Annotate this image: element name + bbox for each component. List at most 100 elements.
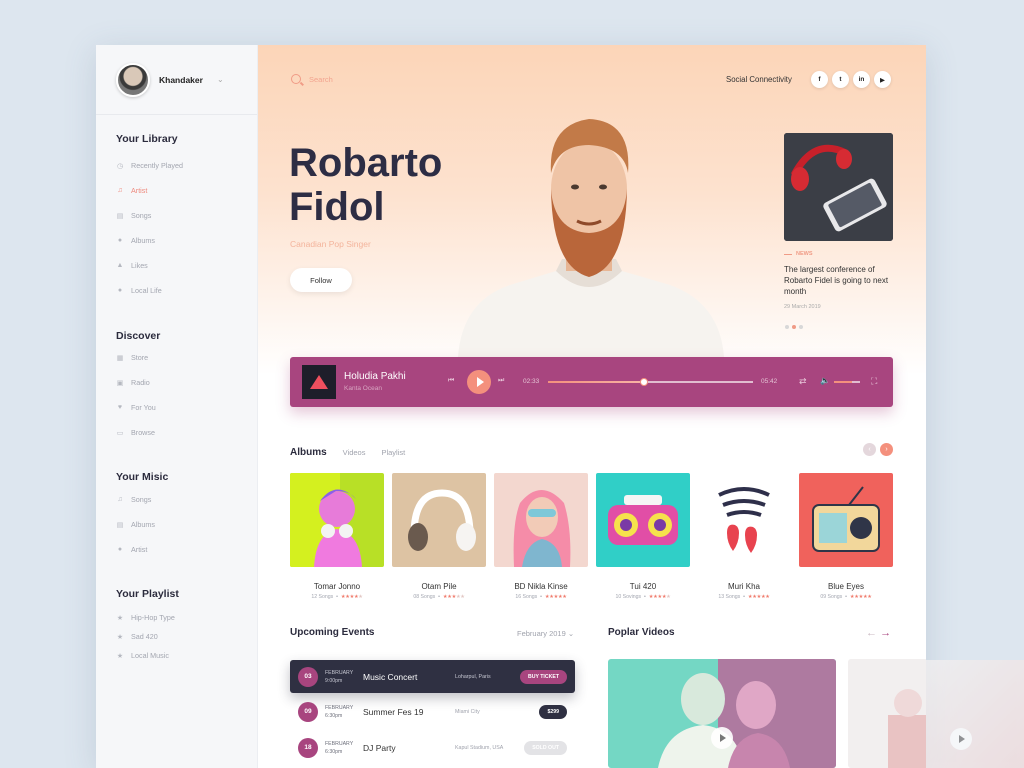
- avatar: [116, 62, 150, 97]
- sidebar-item-songs[interactable]: ▤ Songs: [116, 211, 152, 220]
- sidebar-item-local-music[interactable]: ★ Local Music: [116, 651, 169, 660]
- album-card[interactable]: Muri Kha 13 Songs • ★★★★★: [697, 473, 791, 600]
- arrow-right-icon[interactable]: →: [880, 627, 891, 639]
- event-name: Summer Fes 19: [363, 706, 424, 717]
- event-date: FEBRUARY 9:00pm: [325, 669, 354, 684]
- linkedin-icon[interactable]: in: [853, 71, 870, 88]
- album-card[interactable]: Otam Pile 08 Songs • ★★★★★: [392, 473, 486, 600]
- sidebar-item-artist[interactable]: ♫ Artist: [116, 186, 147, 195]
- total-time: 05:42: [761, 378, 778, 385]
- event-row[interactable]: 09 FEBRUARY 6:30pm Summer Fes 19 Miami Ci…: [290, 695, 575, 728]
- video-arrows[interactable]: ← →: [866, 627, 891, 639]
- music-note-icon: ♫: [117, 496, 123, 503]
- user-icon: ●: [117, 546, 123, 553]
- arrow-left-icon[interactable]: ←: [866, 627, 877, 639]
- sidebar-item-sad-420[interactable]: ★ Sad 420: [116, 632, 158, 641]
- sidebar-item-local-life[interactable]: ● Local Life: [116, 286, 162, 295]
- event-row[interactable]: 03 FEBRUARY 9:00pm Music Concert Loharpul…: [290, 660, 575, 693]
- album-meta: 08 Songs • ★★★★★: [413, 594, 465, 600]
- search-input[interactable]: Search: [309, 75, 333, 84]
- volume-slider[interactable]: [834, 381, 860, 383]
- album-card[interactable]: Blue Eyes 09 Songs • ★★★★★: [799, 473, 893, 600]
- library-title: Your Library: [116, 133, 178, 145]
- fullscreen-icon[interactable]: ⛶: [871, 376, 877, 387]
- news-tag: NEWS: [784, 251, 813, 257]
- social-label: Social Connectivity: [726, 75, 792, 84]
- tab-albums[interactable]: Albums: [290, 447, 327, 458]
- next-arrow-icon[interactable]: ›: [880, 443, 893, 456]
- person-icon: ●: [117, 287, 123, 294]
- sidebar-item-browse[interactable]: ▭ Browse: [116, 428, 155, 437]
- sidebar-item-radio[interactable]: ▣ Radio: [116, 378, 150, 387]
- follow-button[interactable]: Follow: [290, 268, 352, 292]
- twitter-icon[interactable]: t: [832, 71, 849, 88]
- sidebar-item-likes[interactable]: ▲ Likes: [116, 261, 148, 270]
- event-day: 03: [298, 666, 318, 687]
- sidebar-item-albums[interactable]: ● Albums: [116, 236, 155, 245]
- sidebar-item-music-songs[interactable]: ♫ Songs: [116, 495, 151, 504]
- carousel-dot-active[interactable]: [792, 325, 796, 329]
- volume-icon[interactable]: 🔈: [820, 376, 830, 385]
- sidebar-item-store[interactable]: ▦ Store: [116, 353, 149, 362]
- app-window: Khandaker ⌄ Your Library ◷ Recently Playe…: [96, 45, 926, 768]
- previous-icon[interactable]: ⏮: [448, 377, 454, 385]
- sidebar-item-music-artist[interactable]: ● Artist: [116, 545, 148, 554]
- video-card[interactable]: [848, 659, 926, 768]
- user-profile[interactable]: Khandaker ⌄: [96, 45, 257, 115]
- thumbs-up-icon: ▲: [116, 262, 124, 269]
- news-image[interactable]: [784, 133, 893, 241]
- album-name: Tui 420: [629, 582, 657, 591]
- album-name: Blue Eyes: [827, 582, 865, 591]
- buy-ticket-button[interactable]: BUY TICKET: [519, 669, 567, 684]
- price-button[interactable]: $299: [539, 704, 567, 719]
- shuffle-icon[interactable]: ⇄: [799, 376, 807, 387]
- play-button[interactable]: [467, 370, 491, 394]
- event-location: Kapul Stadium, USA: [455, 744, 504, 751]
- tab-playlist[interactable]: Playlist: [381, 448, 405, 457]
- album-card[interactable]: Tui 420 10 Sovings • ★★★★★: [596, 473, 690, 600]
- news-headline[interactable]: The largest conference of Robarto Fidel …: [784, 264, 896, 297]
- play-video-icon[interactable]: [711, 727, 733, 749]
- facebook-icon[interactable]: f: [811, 71, 828, 88]
- sidebar-item-hip-hop[interactable]: ★ Hip-Hop Type: [116, 613, 175, 622]
- album-cover: [290, 473, 384, 567]
- prev-arrow-icon[interactable]: ‹: [863, 443, 876, 456]
- event-row[interactable]: 18 FEBRUARY 6:30pm DJ Party Kapul Stadium…: [290, 731, 575, 764]
- event-date: FEBRUARY 6:30pm: [325, 704, 354, 719]
- video-thumbnail: [848, 659, 926, 768]
- news-date: 29 March 2019: [784, 304, 821, 310]
- carousel-dot[interactable]: [785, 325, 789, 329]
- events-title: Upcoming Events: [290, 627, 375, 638]
- events-month-select[interactable]: February 2019 ⌄: [517, 629, 574, 638]
- store-icon: ▦: [116, 354, 124, 362]
- carousel-dots[interactable]: [785, 325, 806, 329]
- sidebar-item-for-you[interactable]: ♥ For You: [116, 403, 156, 412]
- carousel-dot[interactable]: [799, 325, 803, 329]
- album-meta: 12 Songs • ★★★★★: [311, 594, 363, 600]
- artist-photo: [458, 119, 724, 357]
- progress-handle[interactable]: [640, 378, 649, 386]
- album-cover: [392, 473, 486, 567]
- tab-videos[interactable]: Videos: [343, 448, 366, 457]
- star-icon: ★: [562, 594, 567, 600]
- star-icon: ★: [116, 652, 124, 660]
- folder-icon: ▤: [116, 521, 124, 529]
- search-bar[interactable]: Search: [291, 74, 333, 84]
- search-icon: [291, 74, 301, 84]
- sidebar-item-recently-played[interactable]: ◷ Recently Played: [116, 161, 183, 170]
- next-icon[interactable]: ⏭: [498, 377, 504, 385]
- rating-stars: ★★★★★: [341, 594, 363, 600]
- music-player: Holudia Pakhi Kanta Ocean ⏮ ⏭ 02:33 05:4…: [290, 357, 893, 407]
- rating-stars: ★★★★★: [443, 594, 465, 600]
- star-icon: ★: [460, 594, 465, 600]
- video-card[interactable]: [608, 659, 836, 768]
- progress-bar[interactable]: [548, 378, 753, 386]
- album-card[interactable]: BD Nikla Kinse 16 Songs • ★★★★★: [494, 473, 588, 600]
- sidebar-item-music-albums[interactable]: ▤ Albums: [116, 520, 155, 529]
- youtube-icon[interactable]: ▶: [874, 71, 891, 88]
- event-day: 18: [298, 737, 318, 758]
- album-card[interactable]: Tomar Jonno 12 Songs • ★★★★★: [290, 473, 384, 600]
- play-video-icon[interactable]: [950, 728, 972, 750]
- chevron-down-icon[interactable]: ⌄: [217, 75, 224, 84]
- heart-icon: ♥: [117, 404, 123, 411]
